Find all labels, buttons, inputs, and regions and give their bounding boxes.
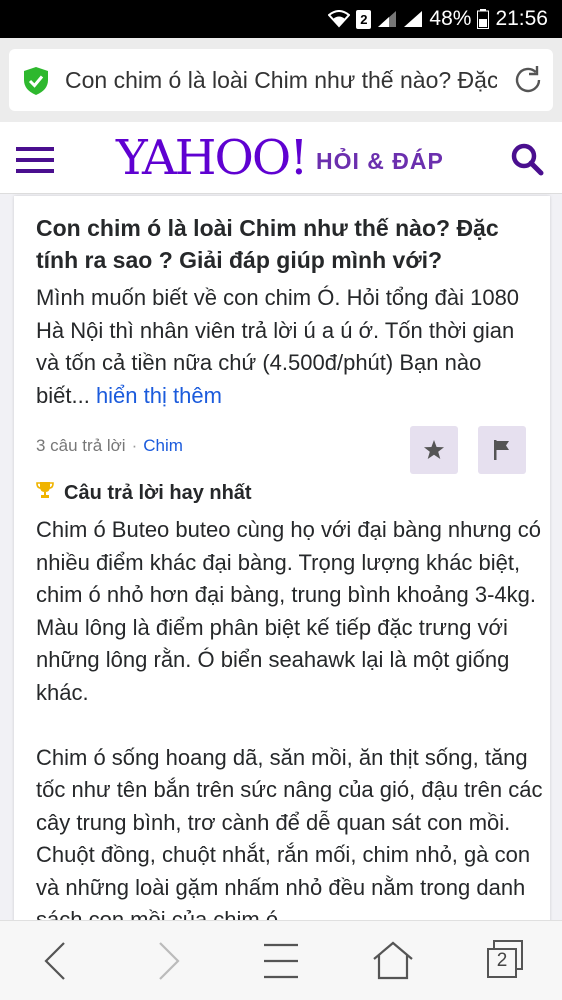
- meta-separator: ·: [131, 436, 138, 455]
- report-flag-button[interactable]: [478, 426, 526, 474]
- answer-paragraph: Chim ó sống hoang dã, săn mồi, ăn thịt s…: [36, 744, 543, 933]
- best-answer-label: Câu trả lời hay nhất: [64, 481, 252, 504]
- category-link[interactable]: Chim: [143, 436, 183, 455]
- tab-count: 2: [496, 950, 508, 971]
- sim-badge: 2: [356, 9, 372, 29]
- secure-shield-icon: [23, 66, 49, 101]
- answer-paragraph: Chim ó Buteo buteo cùng họ với đại bàng …: [36, 517, 541, 705]
- answer-count: 3 câu trả lời: [36, 436, 126, 455]
- question-meta: 3 câu trả lời · Chim: [36, 436, 183, 456]
- best-answer-body: Chim ó Buteo buteo cùng họ với đại bàng …: [36, 514, 546, 936]
- clock: 21:56: [495, 7, 548, 30]
- best-answer-header: Câu trả lời hay nhất: [36, 481, 252, 505]
- url-text[interactable]: Con chim ó là loài Chim như thế nào? Đặc…: [65, 67, 497, 94]
- yahoo-logo[interactable]: YAHOO!: [116, 130, 308, 186]
- flag-icon: [494, 440, 509, 460]
- battery-icon: [477, 9, 490, 29]
- wifi-icon: [328, 10, 351, 28]
- show-more-link[interactable]: hiển thị thêm: [96, 383, 222, 408]
- forward-icon[interactable]: [152, 941, 184, 986]
- question-card: Con chim ó là loài Chim như thế nào? Đặc…: [14, 196, 550, 936]
- tabs-button[interactable]: 2: [486, 939, 524, 984]
- site-header: YAHOO! HỎI & ĐÁP: [0, 122, 562, 194]
- question-body: Mình muốn biết về con chim Ó. Hỏi tổng đ…: [36, 282, 541, 412]
- browser-bottom-nav: 2: [0, 920, 562, 1000]
- reload-icon[interactable]: [511, 63, 545, 102]
- battery-percent: 48%: [429, 7, 472, 30]
- signal-icon-2: [403, 10, 423, 28]
- star-icon: [424, 440, 444, 459]
- question-title: Con chim ó là loài Chim như thế nào? Đặc…: [36, 215, 499, 273]
- section-title: HỎI & ĐÁP: [316, 148, 444, 174]
- back-icon[interactable]: [40, 941, 72, 986]
- browser-toolbar: Con chim ó là loài Chim như thế nào? Đặc…: [0, 38, 562, 122]
- menu-lines-icon[interactable]: [262, 941, 300, 986]
- menu-icon[interactable]: [16, 147, 54, 173]
- status-bar: 2 48% 21:56: [0, 0, 562, 38]
- address-bar[interactable]: Con chim ó là loài Chim như thế nào? Đặc…: [9, 49, 553, 111]
- home-icon[interactable]: [372, 941, 414, 986]
- star-button[interactable]: [410, 426, 458, 474]
- signal-icon: [377, 10, 397, 28]
- search-icon[interactable]: [510, 142, 544, 181]
- trophy-icon: [36, 481, 54, 505]
